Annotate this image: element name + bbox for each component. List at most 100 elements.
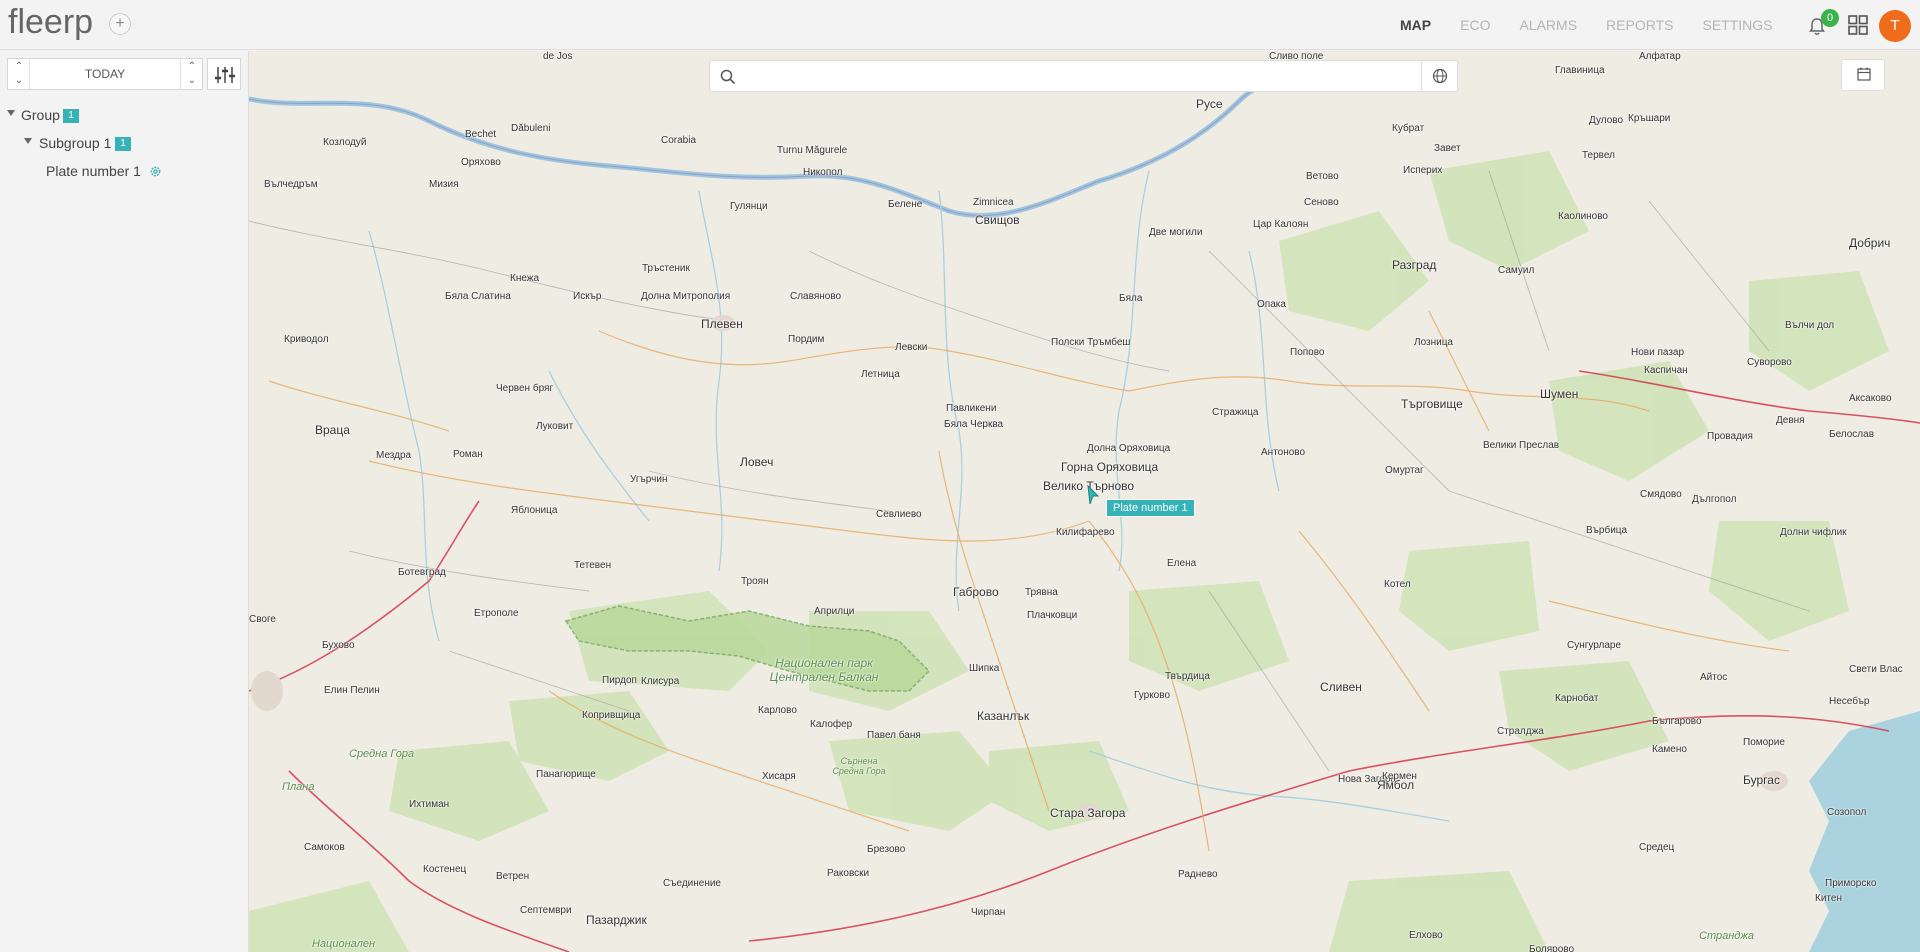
chevron-down-icon[interactable]: ⌄ [186, 74, 198, 88]
apps-grid-icon[interactable] [1848, 15, 1868, 35]
map-place-label: Алфатар [1639, 51, 1681, 62]
nav-eco[interactable]: ECO [1460, 17, 1490, 33]
chevron-down-icon[interactable]: ⌄ [13, 74, 25, 88]
map-place-label: Септември [520, 905, 572, 916]
map-place-label: Мизия [429, 179, 459, 190]
tree-group[interactable]: Group 1 [0, 101, 249, 129]
caret-down-icon[interactable] [24, 138, 32, 144]
map-place-label: Оряхово [461, 157, 501, 168]
map-place-label: Цар Калоян [1253, 219, 1309, 230]
map-place-label: Ветрен [496, 871, 530, 882]
nav-alarms[interactable]: ALARMS [1519, 17, 1577, 33]
map-place-label: Враца [315, 423, 350, 437]
calendar-button[interactable] [1841, 59, 1885, 91]
map-place-label: Поморие [1743, 737, 1785, 748]
map-place-label: Шипка [969, 663, 1000, 674]
map-place-label: Долна Оряховица [1087, 443, 1171, 454]
map-place-label: Шумен [1540, 387, 1579, 401]
group-label: Group [21, 107, 60, 123]
map-place-label: Две могили [1149, 227, 1203, 238]
tree-subgroup[interactable]: Subgroup 1 1 [0, 129, 249, 157]
map-place-label: Разград [1392, 258, 1437, 272]
map-place-label: Елин Пелин [324, 685, 380, 696]
caret-down-icon[interactable] [7, 110, 15, 116]
map-place-label: Елхово [1409, 930, 1443, 941]
globe-button[interactable] [1421, 61, 1457, 91]
map-place-label: Яблоница [511, 505, 558, 516]
map-place-label: Горна Оряховица [1061, 460, 1159, 474]
map-place-label: Никопол [803, 167, 843, 178]
map-place-label: Хисаря [762, 771, 796, 782]
map-place-label: Пазарджик [586, 913, 647, 927]
map-place-label: Corabia [661, 135, 697, 146]
nav-reports[interactable]: REPORTS [1606, 17, 1673, 33]
map-place-label: Елена [1167, 558, 1197, 569]
map-place-label: Троян [741, 576, 769, 587]
nav-settings[interactable]: SETTINGS [1702, 17, 1772, 33]
map-place-label: Летница [861, 369, 900, 380]
map-place-label: Клисура [641, 676, 680, 687]
map-place-label: Сунгурларе [1567, 640, 1622, 651]
map-place-label: Болярово [1529, 944, 1575, 952]
map-place-label: Опака [1257, 299, 1286, 310]
filter-settings-button[interactable] [207, 58, 241, 90]
subgroup-count-badge: 1 [115, 137, 131, 151]
map-place-label: Dăbuleni [511, 123, 551, 134]
user-avatar[interactable]: T [1879, 10, 1911, 42]
map-place-label: Славяново [790, 291, 842, 302]
map-place-label: Полски Тръмбеш [1051, 337, 1131, 348]
map-view[interactable]: de Jos Сливо поле Алфатар Главиница Bechet Dă… [249, 51, 1920, 952]
map-place-label: Севлиево [876, 509, 922, 520]
app-logo[interactable]: fleerp [8, 3, 93, 42]
map-place-label: Антоново [1261, 447, 1306, 458]
subgroup-label: Subgroup 1 [39, 135, 112, 151]
map-place-label: Bechet [465, 129, 497, 140]
tree-vehicle[interactable]: Plate number 1 [0, 157, 249, 185]
map-place-label: Нови пазар [1631, 347, 1685, 358]
map-place-label: Бяла [1119, 293, 1143, 304]
nav-map[interactable]: MAP [1400, 17, 1431, 33]
map-place-label: Свети Влас [1849, 664, 1903, 675]
chevron-up-icon[interactable]: ⌃ [13, 60, 25, 74]
map-place-label: Русе [1196, 97, 1223, 111]
map-place-label: Червен бряг [496, 383, 554, 394]
map-place-label: Априлци [814, 606, 855, 617]
vehicle-map-label[interactable]: Plate number 1 [1106, 499, 1195, 517]
map-place-label: Странджа [1699, 930, 1755, 942]
map-place-label: Българово [1652, 716, 1702, 727]
map-place-label: Вълчи дол [1785, 320, 1835, 331]
map-place-label: Turnu Măgurele [777, 145, 848, 156]
map-place-label: Съединение [663, 878, 721, 889]
map-place-label: Мездра [376, 450, 412, 461]
map-place-label: Аксаково [1849, 393, 1892, 404]
main-nav: MAP ECO ALARMS REPORTS SETTINGS [1400, 17, 1802, 33]
map-place-label: Камено [1652, 744, 1687, 755]
map-place-label: Сърнена Средна Гора [832, 756, 886, 776]
map-place-label: Трявна [1025, 587, 1058, 598]
add-button[interactable]: + [109, 13, 131, 35]
map-place-label: Ихтиман [409, 799, 450, 810]
map-place-label: Китен [1815, 893, 1842, 904]
map-place-label: Долни чифлик [1780, 527, 1847, 538]
map-place-label: Попово [1290, 347, 1325, 358]
map-place-label: Дългопол [1692, 494, 1737, 505]
gear-icon[interactable] [149, 165, 162, 178]
top-bar: fleerp + MAP ECO ALARMS REPORTS SETTINGS… [0, 0, 1920, 50]
map-place-label: Котел [1384, 579, 1411, 590]
map-place-label: Суворово [1747, 357, 1792, 368]
map-search-input[interactable] [744, 65, 1414, 87]
map-place-label: Левски [895, 342, 928, 353]
chevron-up-icon[interactable]: ⌃ [186, 60, 198, 74]
map-place-label: Стражица [1212, 407, 1259, 418]
map-place-label: Плана [282, 781, 315, 793]
map-place-label: Ветово [1306, 171, 1339, 182]
map-place-label: Павел баня [867, 730, 921, 741]
map-place-label: Добрич [1849, 236, 1891, 250]
map-place-label: Белослав [1829, 429, 1875, 440]
map-place-label: Бургас [1743, 773, 1780, 787]
date-label[interactable]: TODAY [32, 67, 178, 81]
map-place-label: Гулянци [730, 201, 768, 212]
map-place-label: Национален [312, 938, 376, 950]
map-place-label: Килифарево [1056, 527, 1115, 538]
vehicle-marker-icon[interactable] [1086, 484, 1100, 506]
